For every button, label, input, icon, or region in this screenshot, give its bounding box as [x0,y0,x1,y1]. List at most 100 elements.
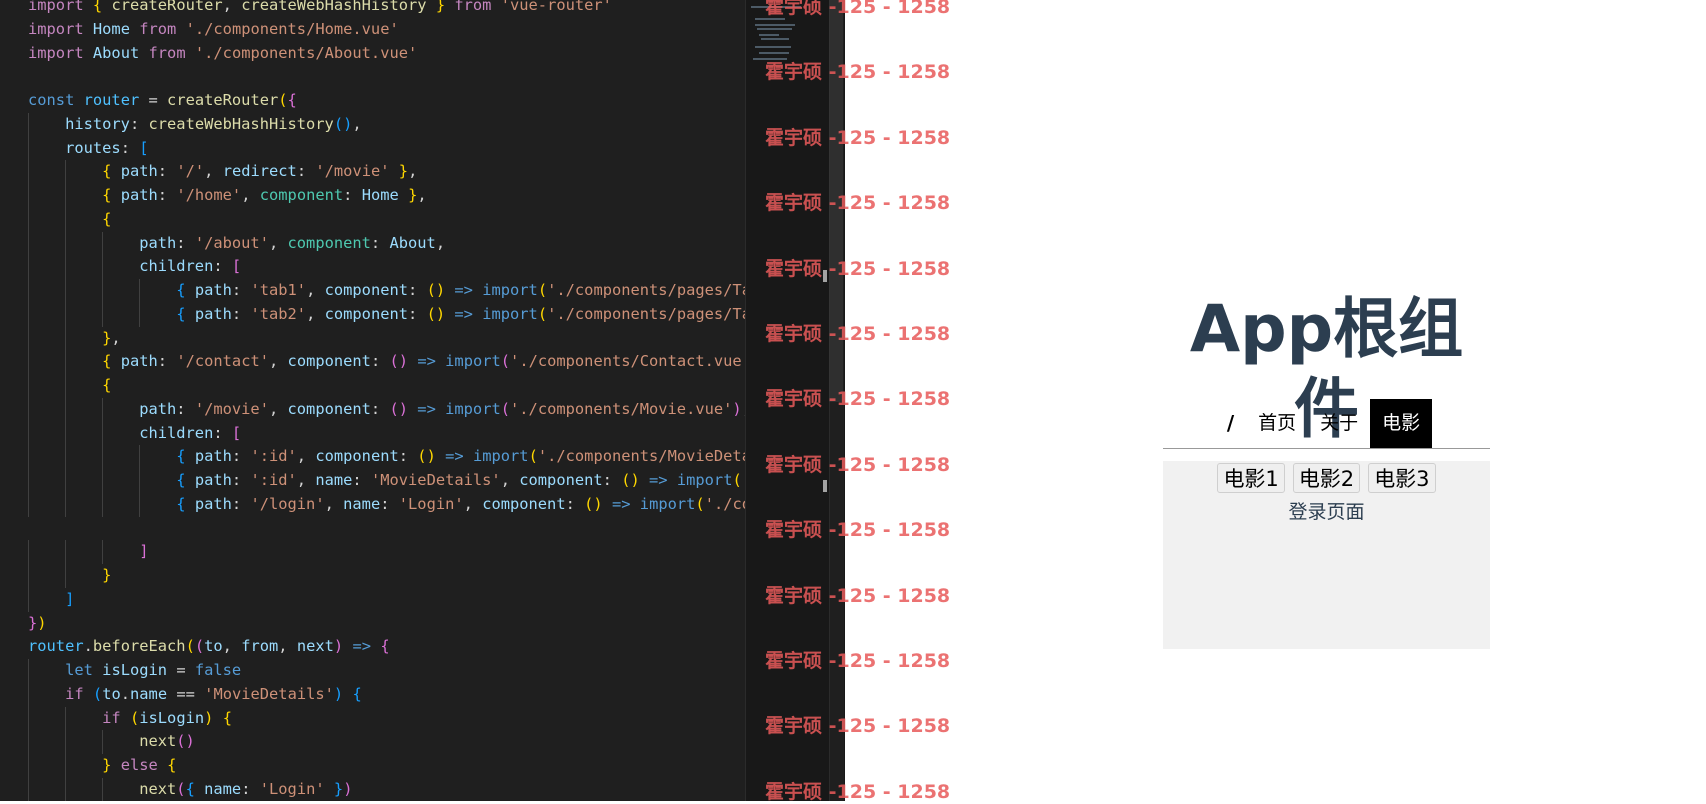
code-token: ) [204,708,214,727]
code-token: () [389,399,409,418]
movie-3-button[interactable]: 电影3 [1368,463,1436,493]
code-area[interactable]: import { createRouter, createWebHashHist… [0,0,745,801]
code-token: , [241,186,260,204]
code-token: : [231,304,251,323]
code-token: } [28,613,38,632]
movie-1-button[interactable]: 电影1 [1217,463,1285,493]
indent-guide [65,564,67,588]
code-token: = [167,661,195,679]
code-token: else [120,756,158,774]
indent-guide [65,279,67,303]
app-preview: App根组件 / 首页 关于 电影 电影1 电影2 电影3 登录页面 [1163,0,1490,801]
indent-guide [65,492,67,517]
code-token: component [482,494,566,513]
code-token: 'tab2' [250,304,307,323]
code-token: ) [37,613,47,632]
indent-guide [28,706,29,731]
code-token: router [83,91,140,109]
code-token: { [352,684,362,703]
indent-guide [102,255,104,279]
code-token: ( [537,281,548,299]
code-token: => [611,494,631,513]
movie-2-button[interactable]: 电影2 [1292,463,1361,493]
nav-root-link[interactable]: / [1221,399,1246,448]
code-token: { [176,447,186,466]
code-token: { [185,779,195,798]
indent-guide [65,374,67,398]
code-token: component [315,447,399,466]
code-token: : [157,352,177,371]
code-token: isLogin [139,708,205,727]
indent-guide [102,421,104,446]
code-token: ( [92,684,103,703]
indent-guide [65,777,67,801]
watermark-text: 霍宇硕 -125 - 1258 [765,126,951,149]
indent-guide [139,302,141,327]
minimap-line [757,28,792,30]
code-token: } [435,0,446,14]
indent-guide [28,445,29,469]
indent-guide [28,350,29,374]
indent-guide [65,350,67,374]
indent-guide [28,279,29,303]
indent-guide [28,587,29,612]
code-editor[interactable]: import { createRouter, createWebHashHist… [0,0,845,801]
code-token: path [194,494,232,513]
code-token: name [204,779,242,798]
code-line: import { createRouter, createWebHashHist… [0,0,745,18]
nav-home-link[interactable]: 首页 [1246,399,1308,448]
minimap-line [759,34,779,36]
code-token: const [28,91,75,109]
code-token: component [287,233,371,252]
code-token: : [231,447,251,466]
code-token: import [639,494,696,513]
indent-guide [65,160,67,184]
code-token: ( [129,708,140,727]
code-token: ) [333,637,344,656]
login-page-text: 登录页面 [1288,501,1365,523]
code-token: : [370,233,390,252]
code-token: Home [92,19,130,38]
indent-guide [102,492,104,517]
code-token: createWebHashHistory [148,114,334,133]
indent-guide [28,682,29,707]
code-token: beforeEach [92,637,186,656]
indent-guide [28,112,29,137]
code-line: next() [0,730,745,754]
code-line: children: [ [0,255,745,279]
code-token: { [380,637,390,656]
code-token: path [139,233,177,252]
code-line: { path: ':id', name: 'MovieDetails', com… [0,469,745,493]
indent-guide [139,445,141,469]
code-line: router.beforeEach((to, from, next) => { [0,635,745,659]
nav-movie-link[interactable]: 电影 [1370,399,1433,448]
code-token: './components/Login.vue' [704,494,745,513]
code-token: () [176,732,195,751]
code-token: './components/pages/Tab2.vue' [547,304,745,323]
code-token: } [333,779,344,798]
code-token: import [445,352,501,371]
code-token: component [259,186,344,204]
nav-about-link[interactable]: 关于 [1308,399,1370,448]
code-token: import [676,471,733,489]
